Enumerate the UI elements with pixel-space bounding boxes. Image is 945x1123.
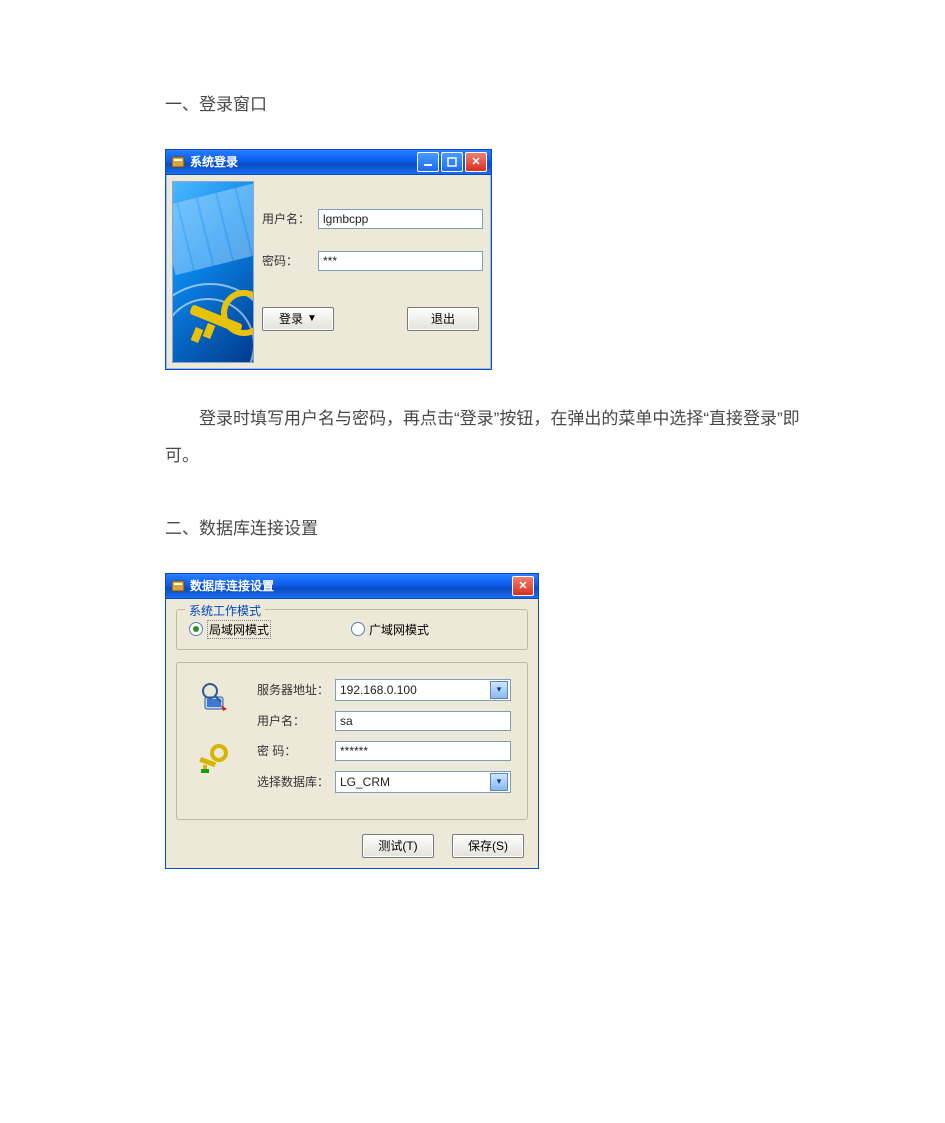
- radio-dot-icon: [351, 622, 365, 636]
- connection-panel: 服务器地址： 192.168.0.100 ▾ 用户名： 密 码： 选择数据库：: [176, 662, 528, 820]
- server-value: 192.168.0.100: [340, 683, 490, 697]
- db-user-label: 用户名：: [257, 712, 335, 729]
- test-button[interactable]: 测试(T): [362, 834, 434, 858]
- close-button[interactable]: ✕: [512, 576, 534, 596]
- maximize-button[interactable]: [441, 152, 463, 172]
- server-combo[interactable]: 192.168.0.100 ▾: [335, 679, 511, 701]
- login-title: 系统登录: [190, 153, 238, 170]
- username-label: 用户名：: [262, 210, 318, 227]
- password-label: 密码：: [262, 252, 318, 269]
- db-pwd-input[interactable]: [335, 741, 511, 761]
- username-input[interactable]: [318, 209, 483, 229]
- mode-group-title: 系统工作模式: [185, 602, 265, 619]
- login-button-label: 登录: [279, 310, 303, 327]
- exit-button[interactable]: 退出: [407, 307, 479, 331]
- db-window: 数据库连接设置 ✕ 系统工作模式 局域网模式 广域网模式: [165, 573, 539, 869]
- db-pwd-label: 密 码：: [257, 742, 335, 759]
- dropdown-caret-icon: ▼: [307, 313, 317, 324]
- test-button-label: 测试(T): [378, 837, 417, 854]
- server-label: 服务器地址：: [257, 681, 335, 698]
- db-select-value: LG_CRM: [340, 775, 490, 789]
- key-icon: [197, 741, 231, 775]
- login-decorative-image: [172, 181, 254, 363]
- dropdown-caret-icon[interactable]: ▾: [490, 681, 508, 699]
- db-select-label: 选择数据库：: [257, 773, 335, 790]
- db-select-combo[interactable]: LG_CRM ▾: [335, 771, 511, 793]
- minimize-button[interactable]: [417, 152, 439, 172]
- save-button-label: 保存(S): [468, 837, 508, 854]
- section-2-heading: 二、数据库连接设置: [165, 514, 805, 545]
- db-titlebar[interactable]: 数据库连接设置 ✕: [166, 574, 538, 599]
- login-window: 系统登录 ✕ 用户名： 密码：: [165, 149, 492, 370]
- app-icon: [170, 578, 186, 594]
- close-button[interactable]: ✕: [465, 152, 487, 172]
- mode-groupbox: 系统工作模式 局域网模式 广域网模式: [176, 609, 528, 650]
- radio-dot-icon: [189, 622, 203, 636]
- password-input[interactable]: [318, 251, 483, 271]
- radio-wan-label: 广域网模式: [369, 621, 429, 638]
- radio-wan[interactable]: 广域网模式: [351, 621, 429, 638]
- app-icon: [170, 154, 186, 170]
- exit-button-label: 退出: [431, 310, 455, 327]
- radio-lan[interactable]: 局域网模式: [189, 620, 271, 639]
- login-titlebar[interactable]: 系统登录 ✕: [166, 150, 491, 175]
- paragraph-1: 登录时填写用户名与密码，再点击“登录”按钮，在弹出的菜单中选择“直接登录”即可。: [165, 400, 805, 475]
- db-title: 数据库连接设置: [190, 577, 274, 594]
- db-user-input[interactable]: [335, 711, 511, 731]
- login-button[interactable]: 登录 ▼: [262, 307, 334, 331]
- server-icon: [197, 681, 231, 715]
- save-button[interactable]: 保存(S): [452, 834, 524, 858]
- dropdown-caret-icon[interactable]: ▾: [490, 773, 508, 791]
- radio-lan-label: 局域网模式: [207, 620, 271, 639]
- section-1-heading: 一、登录窗口: [165, 90, 805, 121]
